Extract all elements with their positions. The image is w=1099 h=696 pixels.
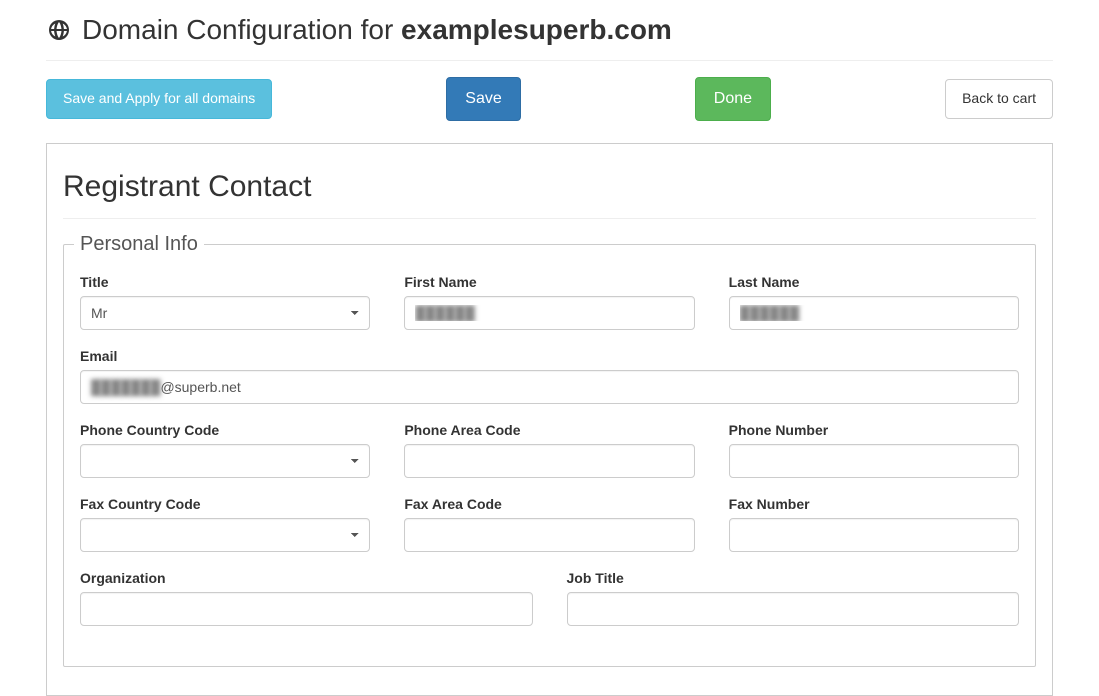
phone-num-input[interactable] [729,444,1019,478]
registrant-contact-panel: Registrant Contact Personal Info Title M… [46,143,1053,696]
fieldset-legend: Personal Info [74,233,204,256]
title-select[interactable]: Mr [80,296,370,330]
email-input[interactable]: ███████@superb.net [80,370,1019,404]
organization-label: Organization [80,570,533,586]
fax-num-input[interactable] [729,518,1019,552]
first-name-input[interactable] [404,296,694,330]
job-title-label: Job Title [567,570,1020,586]
title-label: Title [80,274,370,290]
job-title-input[interactable] [567,592,1020,626]
phone-cc-select[interactable] [80,444,370,478]
first-name-label: First Name [404,274,694,290]
toolbar: Save and Apply for all domains Save Done… [46,77,1053,121]
done-button[interactable]: Done [695,77,771,121]
fax-area-input[interactable] [404,518,694,552]
phone-cc-label: Phone Country Code [80,422,370,438]
email-label: Email [80,348,1019,364]
panel-title: Registrant Contact [63,170,1036,219]
globe-icon [46,17,72,43]
phone-area-label: Phone Area Code [404,422,694,438]
fax-num-label: Fax Number [729,496,1019,512]
phone-num-label: Phone Number [729,422,1019,438]
organization-input[interactable] [80,592,533,626]
fax-cc-label: Fax Country Code [80,496,370,512]
fax-cc-select[interactable] [80,518,370,552]
save-apply-all-button[interactable]: Save and Apply for all domains [46,79,272,119]
page-title: Domain Configuration for examplesuperb.c… [82,14,672,46]
back-to-cart-button[interactable]: Back to cart [945,79,1053,119]
page-header: Domain Configuration for examplesuperb.c… [46,0,1053,61]
personal-info-fieldset: Personal Info Title Mr First Name Last N… [63,233,1036,667]
last-name-input[interactable] [729,296,1019,330]
last-name-label: Last Name [729,274,1019,290]
save-button[interactable]: Save [446,77,520,121]
fax-area-label: Fax Area Code [404,496,694,512]
phone-area-input[interactable] [404,444,694,478]
